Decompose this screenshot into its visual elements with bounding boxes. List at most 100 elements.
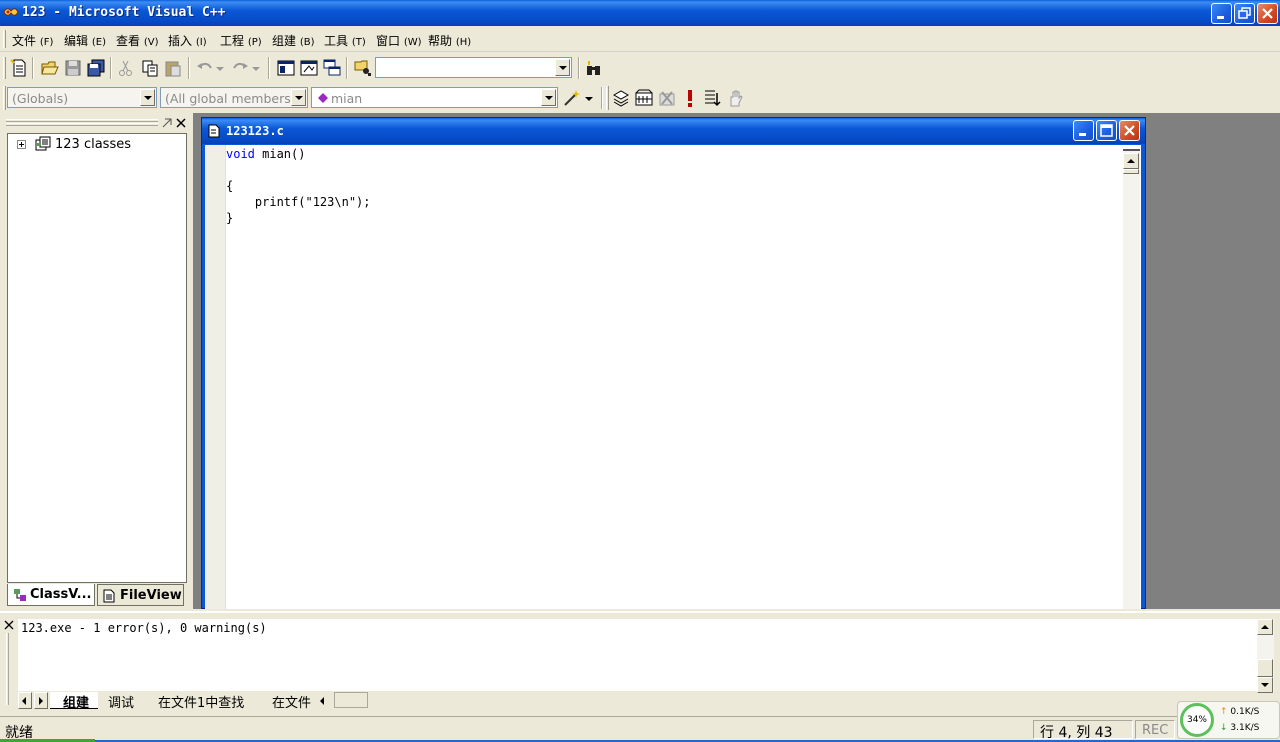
find-in-files-icon[interactable] [353, 58, 373, 78]
toolbar-grip[interactable] [3, 57, 6, 79]
find-combo[interactable] [375, 57, 572, 78]
new-file-icon[interactable] [9, 58, 29, 78]
copy-icon[interactable] [140, 58, 160, 78]
class-combo-dropdown[interactable] [140, 89, 155, 106]
menubar-grip[interactable] [3, 30, 6, 48]
find-binoculars-icon[interactable] [584, 58, 604, 78]
menu-insert[interactable]: 插入 (I) [168, 32, 207, 49]
wizard-dropdown-icon[interactable] [583, 88, 595, 108]
editor-close-button[interactable] [1119, 120, 1140, 141]
scroll-thumb[interactable] [1123, 169, 1139, 174]
tab-fileview[interactable]: FileView [97, 584, 184, 606]
execute-icon[interactable] [680, 88, 700, 108]
tab-classview[interactable]: ClassV... [7, 584, 95, 606]
compile-icon[interactable] [611, 88, 631, 108]
tab-find-in-files-2[interactable]: 在文件 [272, 692, 311, 711]
output-close-icon[interactable] [4, 620, 14, 630]
standard-toolbar [0, 53, 1280, 83]
output-grip[interactable] [6, 633, 9, 705]
window-title: 123 - Microsoft Visual C++ [22, 5, 226, 20]
restore-button[interactable] [1234, 3, 1255, 24]
undo-dropdown-icon[interactable] [214, 58, 226, 78]
editor-vertical-scrollbar[interactable] [1123, 149, 1140, 609]
output-hscroll-thumb[interactable] [334, 692, 368, 708]
redo-icon[interactable] [230, 58, 250, 78]
redo-dropdown-icon[interactable] [250, 58, 262, 78]
class-tree[interactable]: 123 classes [7, 133, 187, 583]
minimize-icon [1217, 16, 1224, 19]
workspace-close-icon[interactable] [175, 117, 187, 129]
output-scroll-thumb[interactable] [1257, 659, 1273, 677]
download-rate: ↓ 3.1K/S [1220, 723, 1260, 733]
menu-edit[interactable]: 编辑 (E) [64, 32, 106, 49]
rec-indicator: REC [1135, 720, 1175, 739]
tab-find-in-files-1[interactable]: 在文件1中查找 [158, 692, 244, 711]
go-debug-icon[interactable] [702, 88, 722, 108]
open-folder-icon[interactable] [40, 58, 60, 78]
build-icon[interactable] [634, 88, 654, 108]
menu-project[interactable]: 工程 (P) [220, 32, 262, 49]
undo-icon[interactable] [195, 58, 215, 78]
output-text-area[interactable]: 123.exe - 1 error(s), 0 warning(s) [18, 619, 1257, 691]
paste-icon[interactable] [163, 58, 183, 78]
editor-minimize-button[interactable] [1073, 120, 1094, 141]
title-bar[interactable]: 123 - Microsoft Visual C++ [0, 0, 1280, 26]
output-vertical-scrollbar[interactable] [1257, 619, 1274, 693]
member-combo[interactable]: mian [311, 87, 558, 108]
member-combo-dropdown[interactable] [541, 89, 556, 106]
upload-rate: ↑ 0.1K/S [1220, 707, 1260, 717]
menu-file[interactable]: 文件 (F) [12, 32, 53, 49]
find-combo-dropdown[interactable] [555, 59, 570, 76]
tree-expand-toggle[interactable] [17, 140, 26, 149]
breakpoint-hand-icon[interactable] [725, 88, 745, 108]
tab-scroll-left[interactable] [18, 692, 32, 709]
build-result-text: 123.exe - 1 error(s), 0 warning(s) [21, 621, 267, 635]
network-monitor-widget[interactable]: 34% ↑ 0.1K/S ↓ 3.1K/S [1177, 701, 1280, 739]
toolbar-separator [32, 57, 34, 79]
editor-gutter[interactable] [205, 145, 226, 609]
status-bar: 就绪 行 4, 列 43 REC 读 [0, 716, 1280, 741]
close-button[interactable] [1257, 3, 1278, 24]
output-scroll-up[interactable] [1257, 619, 1273, 635]
tab-build[interactable]: 组建 [50, 692, 98, 711]
menu-window[interactable]: 窗口 (W) [376, 32, 422, 49]
wizard-wand-icon[interactable] [562, 88, 582, 108]
toolbar-separator [601, 87, 603, 109]
filter-combo[interactable]: (All global members [160, 87, 308, 108]
output-toggle-icon[interactable] [299, 58, 319, 78]
code-line: void mian() [226, 147, 306, 161]
save-icon[interactable] [63, 58, 83, 78]
output-scroll-down[interactable] [1257, 677, 1273, 693]
save-all-icon[interactable] [86, 58, 106, 78]
minimize-icon [1079, 133, 1086, 136]
menu-view[interactable]: 查看 (V) [116, 32, 159, 49]
toolbar-separator [346, 57, 348, 79]
menu-help[interactable]: 帮助 (H) [428, 32, 471, 49]
tree-root-label[interactable]: 123 classes [55, 137, 131, 152]
code-editor[interactable]: void mian() { printf("123\n"); } [205, 145, 1141, 609]
scroll-up-button[interactable] [1123, 153, 1139, 169]
wizard-bar: (Globals) (All global members mian [0, 83, 1280, 113]
workspace-toggle-icon[interactable] [276, 58, 296, 78]
window-list-icon[interactable] [322, 58, 342, 78]
filter-combo-dropdown[interactable] [291, 89, 306, 106]
toolbar-separator [110, 57, 112, 79]
stop-build-icon[interactable] [657, 88, 677, 108]
hscroll-left-arrow[interactable] [320, 697, 324, 705]
menu-tools[interactable]: 工具 (T) [324, 32, 366, 49]
editor-maximize-button[interactable] [1096, 120, 1117, 141]
tab-scroll-right[interactable] [34, 692, 48, 709]
restore-icon [1238, 7, 1251, 19]
minimize-button[interactable] [1211, 3, 1232, 24]
workspace-grip [6, 123, 158, 126]
net-usage-gauge: 34% [1180, 703, 1214, 737]
workspace-grip[interactable] [6, 119, 158, 122]
tab-debug[interactable]: 调试 [108, 692, 134, 711]
buildbar-grip[interactable] [606, 86, 609, 110]
menu-build[interactable]: 组建 (B) [272, 32, 315, 49]
workspace-dock-icon[interactable] [161, 117, 173, 129]
editor-title-bar[interactable]: 123123.c [202, 118, 1145, 144]
class-combo[interactable]: (Globals) [7, 87, 157, 108]
wizardbar-grip[interactable] [3, 86, 6, 110]
cut-icon[interactable] [116, 58, 136, 78]
